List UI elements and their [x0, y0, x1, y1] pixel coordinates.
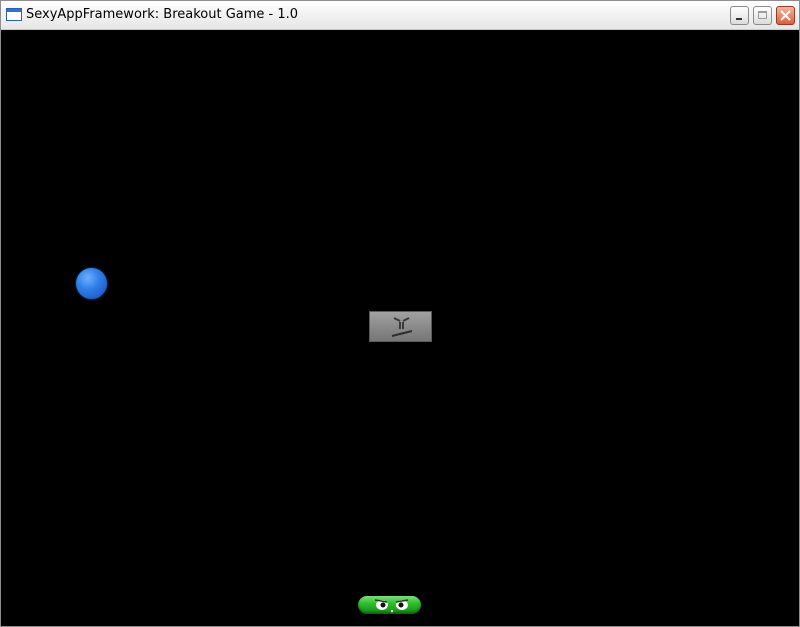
paddle-eyes-icon: [374, 599, 409, 613]
app-window: SexyAppFramework: Breakout Game - 1.0: [0, 0, 800, 627]
brick-face-icon: [391, 317, 413, 337]
ball: [76, 268, 107, 299]
app-window-icon[interactable]: [6, 8, 22, 21]
window-title: SexyAppFramework: Breakout Game - 1.0: [26, 7, 299, 22]
close-button[interactable]: [776, 6, 795, 25]
close-icon: [780, 10, 791, 21]
brick: [369, 311, 432, 342]
game-canvas[interactable]: [2, 30, 798, 625]
minimize-icon: [736, 18, 742, 20]
minimize-button[interactable]: [730, 6, 749, 25]
maximize-button[interactable]: [753, 6, 772, 25]
title-bar[interactable]: SexyAppFramework: Breakout Game - 1.0: [1, 1, 799, 30]
maximize-icon: [758, 11, 767, 19]
paddle[interactable]: [358, 596, 421, 614]
